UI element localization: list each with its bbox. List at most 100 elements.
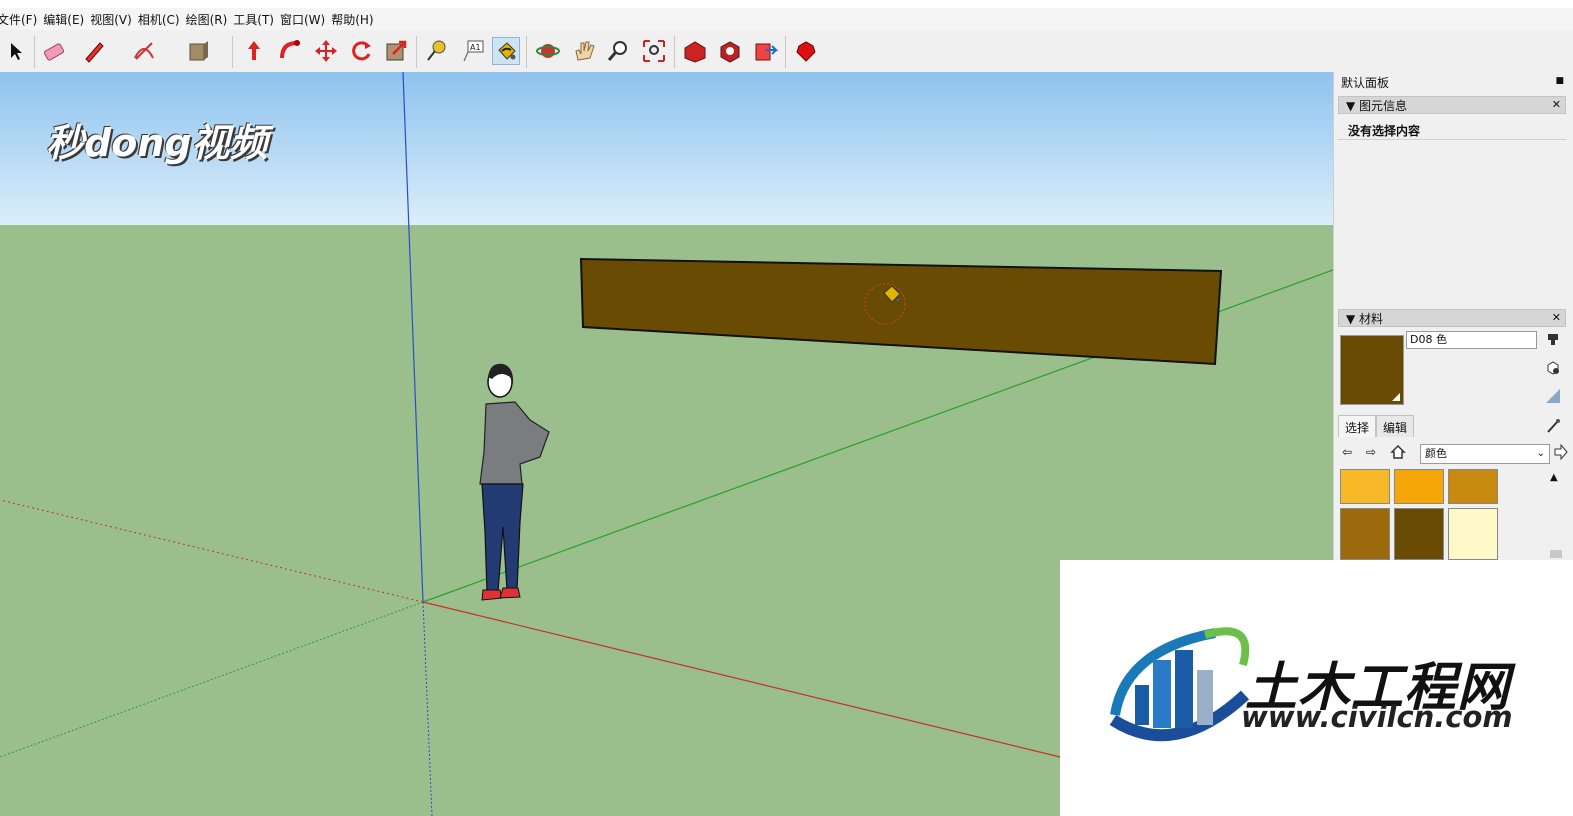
forward-arrow-icon[interactable]: ⇨ [1366, 445, 1376, 459]
push-pull-icon [248, 41, 260, 60]
tape-measure-tool-button[interactable] [423, 37, 451, 65]
menu-help[interactable]: 帮助(H) [331, 11, 379, 28]
scroll-up-arrow-icon[interactable]: ▲ [1550, 472, 1558, 483]
rotate-icon [352, 41, 371, 61]
material-swatch-grid [1340, 469, 1506, 560]
back-arrow-icon[interactable]: ⇦ [1342, 445, 1352, 459]
green-axis-negative [0, 601, 424, 758]
orbit-icon [536, 44, 560, 58]
push-pull-tool-button[interactable] [240, 37, 268, 65]
swatch-3[interactable] [1448, 469, 1498, 504]
site-logo-watermark: 土木工程网 www.civilcn.com [1060, 560, 1573, 816]
blue-axis [402, 72, 424, 603]
pencil-icon [85, 42, 104, 63]
cursor-arrow-icon [11, 43, 22, 60]
swatch-5[interactable] [1394, 508, 1444, 560]
eraser-icon [43, 43, 65, 61]
orbit-tool-button[interactable] [534, 37, 562, 65]
material-name-field[interactable]: D08 色 [1406, 331, 1537, 349]
zoom-extents-icon [643, 40, 665, 62]
red-axis-negative [0, 499, 424, 603]
move-tool-button[interactable] [312, 37, 340, 65]
extension-box-icon [720, 41, 740, 63]
paint-bucket-tool-button[interactable] [492, 37, 520, 65]
3d-warehouse-button[interactable] [681, 37, 709, 65]
tab-select[interactable]: 选择 [1338, 415, 1377, 437]
toolbar-separator [526, 36, 527, 68]
text-label-icon: A1 [463, 40, 484, 62]
scrollbar-thumb[interactable] [1550, 550, 1562, 558]
current-material-swatch[interactable] [1340, 335, 1404, 405]
move-arrows-icon [315, 40, 337, 62]
materials-nav: ⇦ ⇨ 颜色 ⌄ [1342, 443, 1568, 466]
close-icon[interactable]: ✕ [1552, 311, 1561, 324]
create-material-icon[interactable] [1544, 359, 1562, 377]
red-axis [422, 601, 1061, 758]
library-select[interactable]: 颜色 ⌄ [1420, 444, 1550, 464]
menu-file[interactable]: 文件(F) [0, 11, 43, 28]
pencil-tool-button[interactable] [80, 37, 108, 65]
toolbar-separator [232, 36, 233, 68]
toolbar-separator [785, 36, 786, 68]
rectangle-icon [189, 41, 208, 61]
swatch-4[interactable] [1340, 508, 1390, 560]
menu-window[interactable]: 窗口(W) [280, 11, 331, 28]
svg-text:A1: A1 [470, 43, 481, 52]
person-figure [479, 363, 550, 601]
details-arrow-icon[interactable] [1554, 443, 1568, 463]
materials-title: ▼ 材料 [1346, 311, 1384, 326]
blue-axis-negative [422, 601, 433, 816]
share-upload-icon [755, 43, 778, 61]
select-tool-button[interactable] [2, 37, 30, 65]
hand-pan-icon [575, 41, 595, 61]
panel-title: 默认面板 [1341, 75, 1390, 90]
pan-tool-button[interactable] [570, 37, 598, 65]
menu-edit[interactable]: 编辑(E) [43, 11, 90, 28]
swatch-2[interactable] [1394, 469, 1444, 504]
extension-warehouse-button[interactable] [716, 37, 744, 65]
arc-icon [134, 42, 154, 60]
entity-info-header[interactable]: ▼ 图元信息 ✕ [1338, 96, 1566, 114]
brown-box[interactable] [579, 257, 1223, 366]
menu-draw[interactable]: 绘图(R) [186, 11, 234, 28]
swatch-1[interactable] [1340, 469, 1390, 504]
paint-bucket-icon [498, 42, 516, 60]
window-title-bar [0, 0, 1573, 8]
follow-me-tool-button[interactable] [276, 37, 304, 65]
zoom-extents-tool-button[interactable] [640, 37, 668, 65]
swatch-6[interactable] [1448, 508, 1498, 560]
display-secondary-icon[interactable] [1544, 331, 1562, 349]
warehouse-icon [684, 41, 706, 63]
menu-bar: 文件(F) 编辑(E) 视图(V) 相机(C) 绘图(R) 工具(T) 窗口(W… [0, 8, 1573, 30]
toolbar-separator [34, 36, 35, 68]
tape-measure-icon [427, 40, 446, 61]
menu-tools[interactable]: 工具(T) [233, 11, 280, 28]
toolbar-separator [674, 36, 675, 68]
home-icon[interactable] [1390, 444, 1406, 463]
eraser-tool-button[interactable] [40, 37, 68, 65]
text-tool-button[interactable]: A1 [459, 37, 487, 65]
library-select-value: 颜色 [1425, 447, 1447, 460]
ruby-console-button[interactable] [792, 37, 820, 65]
sample-paint-icon[interactable] [1544, 417, 1562, 435]
close-icon[interactable]: ✕ [1552, 98, 1561, 111]
menu-view[interactable]: 视图(V) [90, 11, 138, 28]
default-tray-panel: 默认面板 ■ ▼ 图元信息 ✕ 没有选择内容 ▼ 材料 ✕ D08 色 选择 编… [1333, 72, 1573, 560]
default-material-icon[interactable] [1544, 387, 1562, 405]
scale-tool-button[interactable] [382, 37, 410, 65]
follow-me-icon [280, 40, 300, 59]
magnifier-zoom-icon [607, 41, 627, 61]
pin-icon[interactable]: ■ [1555, 76, 1564, 86]
ruby-gem-icon [796, 41, 816, 62]
menu-camera[interactable]: 相机(C) [138, 11, 186, 28]
zoom-tool-button[interactable] [604, 37, 632, 65]
chevron-down-icon: ⌄ [1536, 448, 1545, 459]
materials-header[interactable]: ▼ 材料 ✕ [1338, 309, 1566, 327]
arc-tool-button[interactable] [130, 37, 158, 65]
tab-edit[interactable]: 编辑 [1376, 415, 1415, 437]
rectangle-tool-button[interactable] [184, 37, 212, 65]
share-model-button[interactable] [751, 37, 779, 65]
materials-tabs: 选择 编辑 [1338, 415, 1415, 437]
entity-info-body [1338, 139, 1566, 310]
rotate-tool-button[interactable] [347, 37, 375, 65]
